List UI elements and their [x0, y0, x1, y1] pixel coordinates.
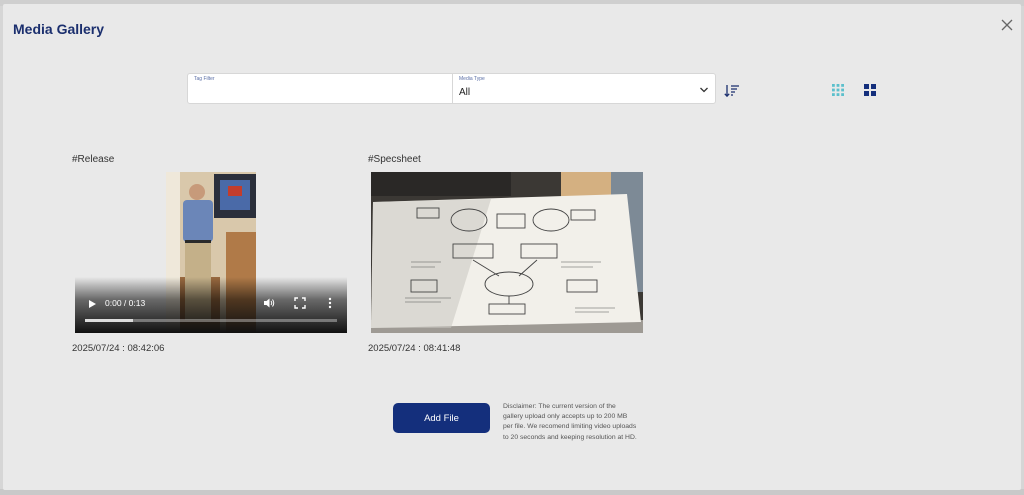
- tag-filter-field: Tag Filter: [188, 74, 453, 104]
- add-file-button[interactable]: Add File: [393, 403, 490, 433]
- media-tag: #Release: [72, 154, 115, 165]
- image-thumbnail[interactable]: [371, 172, 643, 333]
- media-type-label: Media Type: [459, 76, 485, 82]
- media-type-select[interactable]: Media Type All: [453, 74, 715, 103]
- grid-small-icon: [832, 84, 844, 96]
- grid-small-view-button[interactable]: [832, 83, 844, 101]
- volume-icon[interactable]: [263, 297, 275, 309]
- grid-large-view-button[interactable]: [864, 83, 876, 101]
- video-time-display: 0:00 / 0:13: [105, 298, 146, 308]
- media-card-image: #Specsheet 2025/07/24: 08:41:48: [368, 154, 645, 354]
- modal-title: Media Gallery: [13, 21, 105, 37]
- more-vertical-icon[interactable]: [327, 297, 333, 309]
- play-icon[interactable]: [87, 299, 97, 309]
- fullscreen-icon[interactable]: [294, 297, 306, 309]
- tag-filter-label: Tag Filter: [194, 76, 215, 82]
- filter-bar: Tag Filter Media Type All: [187, 73, 716, 104]
- video-progress-fill: [85, 319, 133, 322]
- media-date: 2025/07/24 : 08:42:06: [72, 343, 165, 354]
- media-card-video: #Release 0:00 / 0:13 2025/07/24: 08:42:…: [72, 154, 349, 354]
- close-button[interactable]: [999, 17, 1015, 33]
- chevron-down-icon: [700, 87, 708, 93]
- upload-disclaimer: Disclaimer: The current version of the g…: [503, 403, 637, 441]
- sort-button[interactable]: [724, 84, 740, 103]
- close-icon: [1001, 19, 1013, 31]
- specsheet-photo: [371, 172, 643, 333]
- media-date: 2025/07/24 : 08:41:48: [368, 343, 461, 354]
- media-tag: #Specsheet: [368, 154, 421, 165]
- sort-descending-icon: [724, 85, 739, 98]
- media-type-value: All: [459, 87, 471, 98]
- video-progress-bar[interactable]: [85, 319, 337, 322]
- tag-filter-input[interactable]: [188, 84, 452, 104]
- video-controls: 0:00 / 0:13: [75, 277, 347, 333]
- grid-large-icon: [864, 84, 876, 96]
- media-gallery-modal: Media Gallery Tag Filter Media Type All: [3, 4, 1021, 490]
- video-player[interactable]: 0:00 / 0:13: [75, 172, 347, 333]
